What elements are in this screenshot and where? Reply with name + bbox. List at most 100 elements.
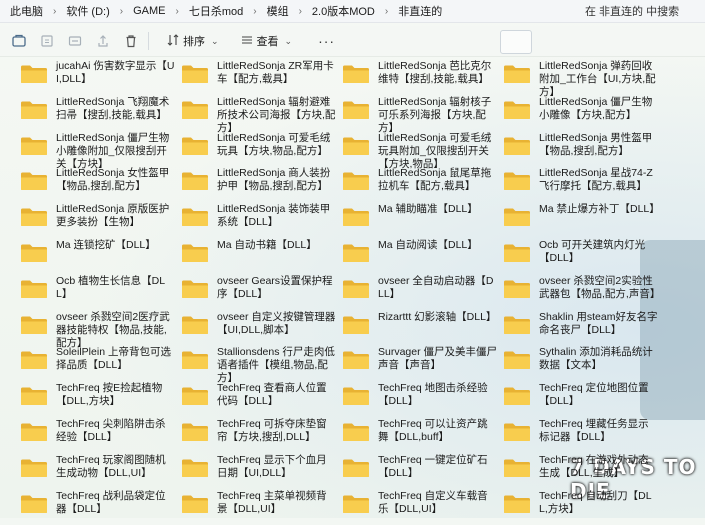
- folder-item[interactable]: TechFreq 可拆夺床垫窗帘【方块,搜刮,DLL】: [181, 418, 342, 454]
- folder-name: TechFreq 定位地图位置【DLL】: [539, 382, 649, 408]
- folder-item[interactable]: TechFreq 玩家阁图随机生成动物【DLL,UI】: [20, 454, 181, 490]
- folder-item[interactable]: Ma 自动阅读【DLL】: [342, 239, 503, 275]
- folder-item[interactable]: Rizarttt 幻影滚轴【DLL】: [342, 311, 503, 347]
- folder-icon: [342, 171, 370, 191]
- address-bar[interactable]: 此电脑 › 软件 (D:) › GAME › 七日杀mod › 模组 › 2.0版本MOD › 非直连的…: [0, 0, 705, 23]
- breadcrumb-item[interactable]: 2.0版本MOD: [308, 3, 379, 19]
- folder-item[interactable]: Sythalin 添加消耗品统计数据【文本】: [503, 346, 664, 382]
- folder-icon: [20, 350, 48, 370]
- chevron-right-icon[interactable]: ›: [47, 6, 62, 17]
- folder-item[interactable]: LittleRedSonja 原版医护更多装扮【生物】: [20, 203, 181, 239]
- folder-item[interactable]: TechFreq 一键定位矿石【DLL】: [342, 454, 503, 490]
- breadcrumb: 此电脑 › 软件 (D:) › GAME › 七日杀mod › 模组 › 2.0版本MOD › 非直连的: [0, 3, 579, 19]
- folder-item[interactable]: Ocb 可开关建筑内灯光【DLL】: [503, 239, 664, 275]
- breadcrumb-item[interactable]: 非直连的: [394, 3, 446, 19]
- folder-item[interactable]: Ma 禁止爆方补丁【DLL】: [503, 203, 664, 239]
- folder-icon: [342, 279, 370, 299]
- chevron-down-icon: ⌄: [284, 35, 293, 46]
- breadcrumb-item[interactable]: 七日杀mod: [185, 3, 247, 19]
- folder-item[interactable]: ovseer 杀戮空间2医疗武器技能特权【物品,技能,配方】: [20, 311, 181, 349]
- folder-name: TechFreq 按E捡起植物【DLL,方块】: [56, 382, 163, 408]
- folder-item[interactable]: LittleRedSonja 飞翔魔术扫帚【搜刮,技能,载具】: [20, 96, 181, 132]
- folder-item[interactable]: ovseer Gears设置保护程序【DLL】: [181, 275, 342, 311]
- chevron-right-icon[interactable]: ›: [169, 6, 184, 17]
- folder-item[interactable]: Ma 自动书籍【DLL】: [181, 239, 342, 275]
- folder-item[interactable]: Ocb 植物生长信息【DLL】: [20, 275, 181, 311]
- folder-item[interactable]: TechFreq 可以让资产跳舞【DLL,buff】: [342, 418, 503, 454]
- folder-name: Survager 僵尸及美丰僵尸声音【声音】: [378, 346, 498, 372]
- folder-item[interactable]: jucahAi 伤害数字显示【UI,DLL】: [20, 60, 181, 96]
- view-button[interactable]: 查看 ⌄: [237, 33, 297, 49]
- folder-icon: [503, 64, 531, 84]
- folder-item[interactable]: LittleRedSonja 女性盔甲【物品,搜刮,配方】: [20, 167, 181, 203]
- folder-item[interactable]: TechFreq 主菜单视频背景【DLL,UI】: [181, 490, 342, 525]
- folder-item[interactable]: TechFreq 在游戏外动态生成【DLL,生成】: [503, 454, 664, 490]
- folder-name: LittleRedSonja 鼠尾草拖拉机车【配方,载具】: [378, 167, 492, 193]
- more-options-button[interactable]: ···: [318, 33, 335, 49]
- folder-icon: [181, 279, 209, 299]
- folder-icon: [20, 243, 48, 263]
- breadcrumb-item[interactable]: 软件 (D:): [62, 3, 113, 19]
- delete-icon[interactable]: [122, 32, 140, 50]
- chevron-right-icon[interactable]: ›: [114, 6, 129, 17]
- folder-item[interactable]: LittleRedSonja 僵尸生物小雕像【方块,配方】: [503, 96, 664, 132]
- rename-icon[interactable]: [66, 32, 84, 50]
- folder-item[interactable]: LittleRedSonja 鼠尾草拖拉机车【配方,载具】: [342, 167, 503, 203]
- folder-icon: [342, 458, 370, 478]
- folder-item[interactable]: TechFreq 定位地图位置【DLL】: [503, 382, 664, 418]
- folder-item[interactable]: TechFreq 查看商人位置代码【DLL】: [181, 382, 342, 418]
- folder-item[interactable]: TechFreq 自定义车载音乐【DLL,UI】: [342, 490, 503, 525]
- folder-item[interactable]: ovseer 全自动启动器【DLL】: [342, 275, 503, 311]
- folder-item[interactable]: TechFreq 地图击杀经验【DLL】: [342, 382, 503, 418]
- folder-name: Ma 自动阅读【DLL】: [378, 238, 478, 251]
- copy-icon[interactable]: [38, 32, 56, 50]
- folder-icon: [503, 243, 531, 263]
- folder-item[interactable]: TechFreq 埋藏任务显示标记器【DLL】: [503, 418, 664, 454]
- folder-icon: [20, 136, 48, 156]
- folder-item[interactable]: TechFreq 战利品袋定位器【DLL】: [20, 490, 181, 525]
- folder-item[interactable]: LittleRedSonja 辐射避难所技术公司海报【方块,配方】: [181, 96, 342, 134]
- chevron-right-icon[interactable]: ›: [293, 6, 308, 17]
- folder-item[interactable]: LittleRedSonja 可爱毛绒玩具【方块,物品,配方】: [181, 132, 342, 168]
- folder-item[interactable]: Stallionsdens 行尸走肉低语者插件【模组,物品,配方】: [181, 346, 342, 384]
- new-item-icon[interactable]: [10, 32, 28, 50]
- chevron-right-icon[interactable]: ›: [247, 6, 262, 17]
- folder-item[interactable]: LittleRedSonja 弹药回收附加_工作台【UI,方块,配方】: [503, 60, 664, 98]
- folder-item[interactable]: LittleRedSonja ZR军用卡车【配方,载具】: [181, 60, 342, 96]
- folder-icon: [503, 136, 531, 156]
- folder-item[interactable]: Ma 辅助瞄准【DLL】: [342, 203, 503, 239]
- folder-item[interactable]: ovseer 杀戮空间2实验性武器包【物品,配方,声音】: [503, 275, 664, 311]
- folder-item[interactable]: ovseer 自定义按键管理器【UI,DLL,脚本】: [181, 311, 342, 347]
- folder-item[interactable]: TechFreq 尖刺陷阱击杀经验【DLL】: [20, 418, 181, 454]
- breadcrumb-item[interactable]: 此电脑: [6, 3, 47, 19]
- folder-name: ovseer 全自动启动器【DLL】: [378, 274, 494, 300]
- sort-button[interactable]: 排序 ⌄: [163, 33, 223, 49]
- folder-item[interactable]: LittleRedSonja 可爱毛绒玩具附加_仅限搜刮开关【方块,物品】: [342, 132, 503, 170]
- folder-name: TechFreq 尖刺陷阱击杀经验【DLL】: [56, 417, 166, 443]
- folder-item[interactable]: LittleRedSonja 商人装扮护甲【物品,搜刮,配方】: [181, 167, 342, 203]
- folder-name: LittleRedSonja ZR军用卡车【配方,载具】: [217, 60, 334, 85]
- folder-item[interactable]: Ma 连锁挖矿【DLL】: [20, 239, 181, 275]
- folder-item[interactable]: SoleilPlein 上帝背包可选择品质【DLL】: [20, 346, 181, 382]
- folder-icon: [181, 64, 209, 84]
- folder-name: ovseer 杀戮空间2实验性武器包【物品,配方,声音】: [539, 274, 661, 300]
- share-icon[interactable]: [94, 32, 112, 50]
- chevron-right-icon[interactable]: ›: [379, 6, 394, 17]
- search-input[interactable]: 在 非直连的 中搜索: [579, 1, 705, 21]
- folder-item[interactable]: Survager 僵尸及美丰僵尸声音【声音】: [342, 346, 503, 382]
- folder-item[interactable]: LittleRedSonja 芭比克尔维特【搜刮,技能,载具】: [342, 60, 503, 96]
- breadcrumb-item[interactable]: 模组: [263, 3, 293, 19]
- folder-item[interactable]: LittleRedSonja 男性盔甲【物品,搜刮,配方】: [503, 132, 664, 168]
- folder-icon: [181, 315, 209, 335]
- folder-item[interactable]: TechFreq 自动刮刀【DLL,方块】: [503, 490, 664, 525]
- folder-name: Ma 禁止爆方补丁【DLL】: [539, 203, 660, 216]
- breadcrumb-item[interactable]: GAME: [129, 5, 169, 17]
- folder-item[interactable]: LittleRedSonja 星战74-Z飞行摩托【配方,载具】: [503, 167, 664, 203]
- folder-name: TechFreq 一键定位矿石【DLL】: [378, 453, 488, 479]
- folder-item[interactable]: LittleRedSonja 僵尸生物小雕像附加_仅限搜刮开关【方块】: [20, 132, 181, 170]
- folder-item[interactable]: TechFreq 按E捡起植物【DLL,方块】: [20, 382, 181, 418]
- folder-item[interactable]: LittleRedSonja 装饰装甲系统【DLL】: [181, 203, 342, 239]
- folder-item[interactable]: Shaklin 用steam好友名字命名丧尸【DLL】: [503, 311, 664, 347]
- folder-item[interactable]: TechFreq 显示下个血月日期【UI,DLL】: [181, 454, 342, 490]
- folder-item[interactable]: LittleRedSonja 辐射核子可乐系列海报【方块,配方】: [342, 96, 503, 134]
